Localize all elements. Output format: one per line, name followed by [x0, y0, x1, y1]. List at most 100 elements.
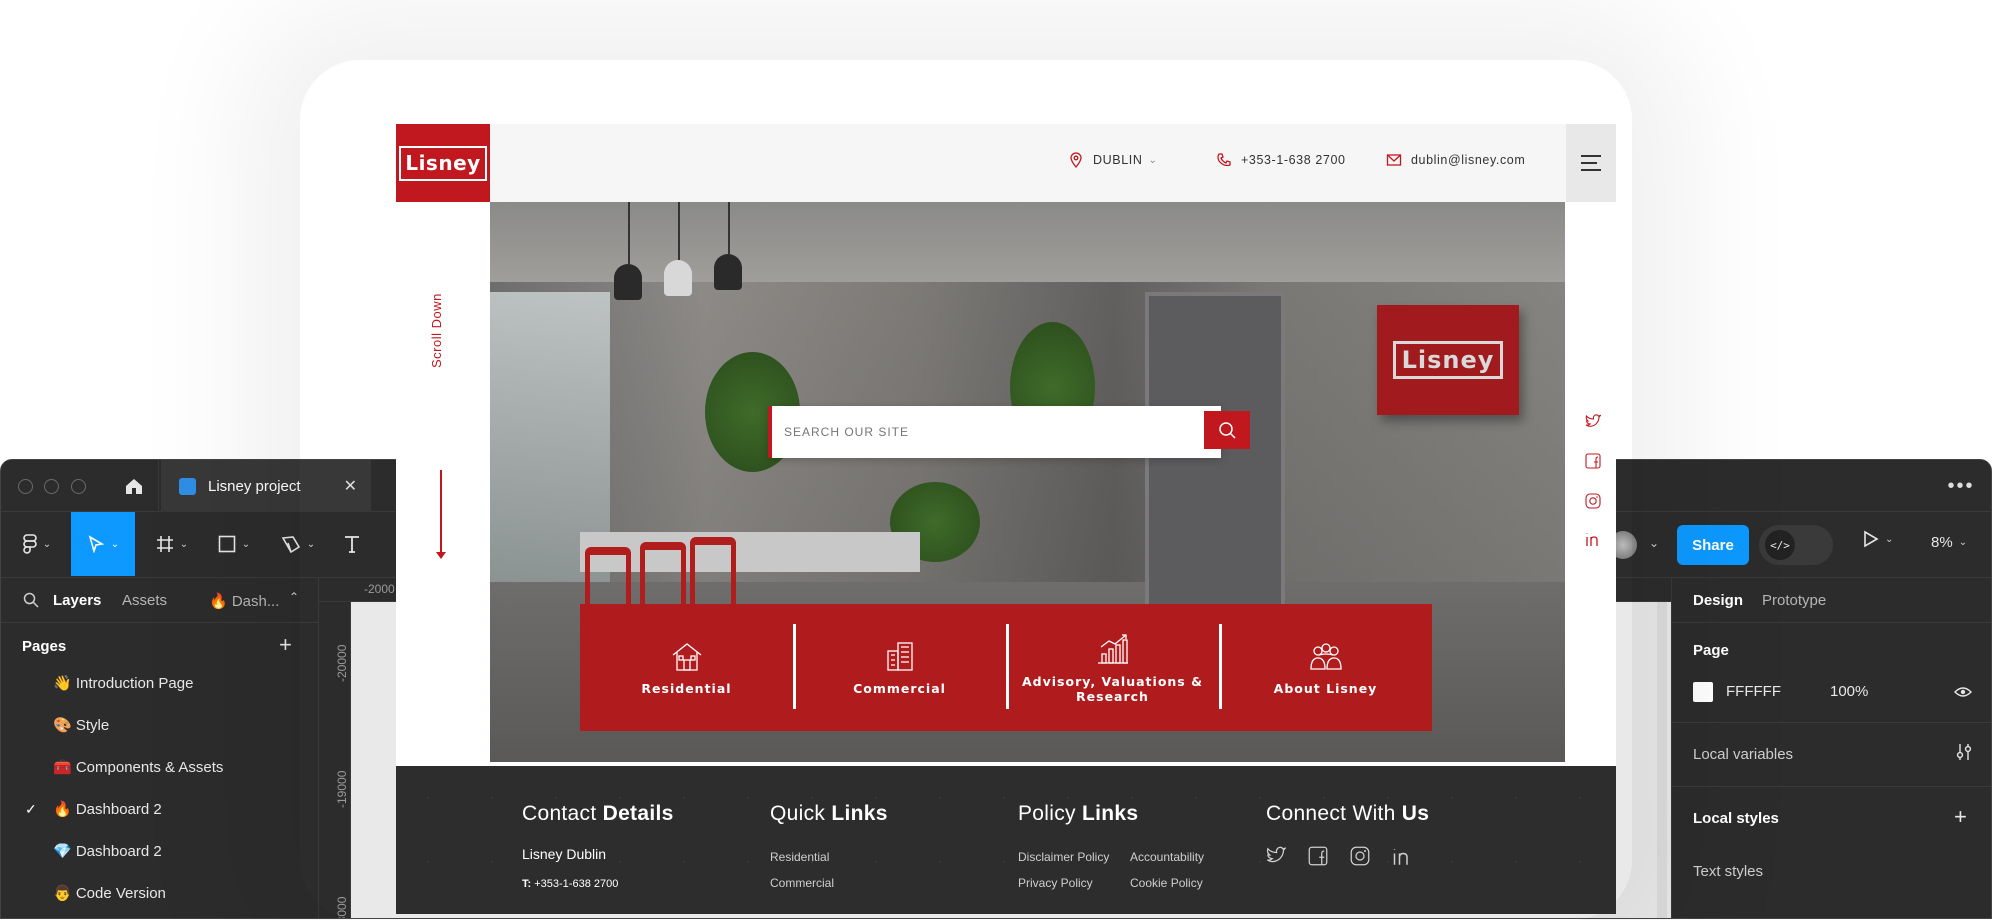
phone-number: +353-1-638 2700	[1241, 153, 1346, 167]
move-tool[interactable]: ⌄	[71, 512, 135, 576]
more-options-icon[interactable]: •••	[1931, 460, 1991, 512]
instagram-icon[interactable]	[1584, 492, 1602, 510]
site-search-button[interactable]	[1204, 411, 1250, 449]
page-color-swatch[interactable]	[1693, 682, 1713, 702]
chevron-down-icon[interactable]: ⌄	[1649, 536, 1659, 550]
page-label: 👨 Code Version	[53, 885, 166, 902]
page-item[interactable]: 💎 Dashboard 2	[1, 831, 319, 871]
location-pin-icon	[1070, 152, 1082, 168]
footer-link[interactable]: Accountability	[1130, 850, 1204, 864]
cursor-icon	[88, 535, 105, 553]
tab-design[interactable]: Design	[1693, 592, 1743, 609]
category-label: About Lisney	[1273, 681, 1378, 696]
mail-icon	[1386, 154, 1402, 166]
window-minimize-dot[interactable]	[44, 479, 59, 494]
pages-heading: Pages	[22, 638, 67, 655]
page-label: 🧰 Components & Assets	[53, 759, 224, 776]
local-variables-label[interactable]: Local variables	[1693, 746, 1793, 763]
footer-heading: Policy Links	[1018, 802, 1139, 825]
menu-line	[1581, 162, 1597, 164]
page-item[interactable]: 🧰 Components & Assets	[1, 747, 319, 787]
category-about[interactable]: About Lisney	[1219, 604, 1432, 731]
window-close-dot[interactable]	[18, 479, 33, 494]
pendant-lamp	[614, 264, 642, 300]
eye-icon[interactable]	[1954, 686, 1972, 698]
home-button[interactable]	[109, 460, 159, 512]
rectangle-icon	[218, 535, 236, 553]
scroll-down-label[interactable]: Scroll Down	[429, 293, 444, 368]
footer-heading: Contact Details	[522, 802, 674, 825]
text-styles-label: Text styles	[1693, 863, 1764, 880]
site-search-input[interactable]	[784, 422, 1164, 442]
footer-connect: Connect With Us	[1266, 802, 1429, 866]
arrow-down-icon	[436, 552, 446, 559]
location-selector[interactable]: DUBLIN ⌄	[1068, 152, 1157, 168]
linkedin-icon[interactable]	[1392, 846, 1412, 866]
tab-prototype[interactable]: Prototype	[1762, 592, 1826, 609]
category-commercial[interactable]: Commercial	[793, 604, 1006, 731]
canvas-scrollbar[interactable]	[1657, 602, 1667, 918]
footer-link[interactable]: Privacy Policy	[1018, 876, 1093, 890]
footer-link[interactable]: Residential	[770, 850, 829, 864]
category-label: Residential	[641, 681, 732, 696]
page-label: 💎 Dashboard 2	[53, 843, 162, 860]
category-label: Advisory, Valuations & Research	[1021, 673, 1203, 704]
page-opacity-value[interactable]: 100%	[1830, 683, 1868, 700]
linkedin-icon[interactable]	[1584, 530, 1602, 548]
frame-tool[interactable]: ⌄	[149, 512, 195, 576]
shape-tool[interactable]: ⌄	[211, 512, 257, 576]
tab-assets[interactable]: Assets	[122, 592, 167, 609]
logo-text: Lisney	[399, 145, 487, 181]
search-icon	[1219, 422, 1236, 439]
dev-mode-toggle[interactable]: </>	[1759, 525, 1833, 565]
local-styles-label: Local styles	[1693, 810, 1779, 827]
twitter-icon[interactable]	[1266, 846, 1286, 864]
facebook-icon[interactable]	[1308, 846, 1328, 866]
zoom-control[interactable]: 8% ⌄	[1931, 534, 1967, 551]
page-label: 👋 Introduction Page	[53, 675, 194, 692]
category-residential[interactable]: Residential	[580, 604, 793, 731]
instagram-icon[interactable]	[1350, 846, 1370, 866]
footer-phone[interactable]: T: +353-1-638 2700	[522, 878, 618, 890]
main-menu-button[interactable]: ⌄	[13, 512, 61, 576]
hero-counter	[580, 532, 920, 572]
footer-link[interactable]: Cookie Policy	[1130, 876, 1203, 890]
page-item[interactable]: 👋 Introduction Page	[1, 663, 319, 703]
checkmark-icon: ✓	[25, 800, 37, 817]
twitter-icon[interactable]	[1584, 412, 1602, 430]
add-page-icon[interactable]: +	[279, 632, 292, 658]
phone-link[interactable]: +353-1-638 2700	[1216, 152, 1346, 168]
site-header: Lisney DUBLIN ⌄ +353-1-638 2700 dublin@l…	[396, 124, 1616, 202]
page-item[interactable]: ✓ 🔥 Dashboard 2	[1, 789, 319, 829]
frame-icon	[156, 536, 173, 552]
category-advisory[interactable]: Advisory, Valuations & Research	[1006, 604, 1219, 731]
page-color-value[interactable]: FFFFFF	[1726, 683, 1781, 700]
hamburger-menu-button[interactable]	[1566, 124, 1616, 202]
right-panel: Design Prototype Page FFFFFF 100% Local …	[1671, 578, 1991, 918]
facebook-icon[interactable]	[1584, 452, 1602, 470]
footer-link[interactable]: Commercial	[770, 876, 834, 890]
share-button[interactable]: Share	[1677, 525, 1749, 565]
window-zoom-dot[interactable]	[71, 479, 86, 494]
add-style-icon[interactable]: +	[1954, 804, 1967, 830]
play-icon	[1864, 530, 1879, 548]
variables-settings-icon[interactable]	[1956, 743, 1972, 761]
office-name: Lisney Dublin	[522, 846, 607, 862]
code-icon: </>	[1765, 530, 1795, 560]
page-item[interactable]: 🎨 Style	[1, 705, 319, 745]
page-label: 🔥 Dashboard 2	[53, 801, 162, 818]
page-picker[interactable]: 🔥 Dash...	[209, 592, 279, 610]
pendant-lamp	[664, 260, 692, 296]
page-item[interactable]: 👨 Code Version	[1, 873, 319, 913]
email-link[interactable]: dublin@lisney.com	[1386, 152, 1525, 168]
logo[interactable]: Lisney	[396, 124, 490, 202]
tab-layers[interactable]: Layers	[53, 592, 101, 609]
present-button[interactable]: ⌄	[1863, 530, 1893, 548]
footer-link[interactable]: Disclaimer Policy	[1018, 850, 1109, 864]
search-icon[interactable]	[23, 592, 39, 608]
figma-logo-icon	[22, 534, 37, 554]
scroll-line	[440, 470, 442, 558]
page-label: 🎨 Style	[53, 717, 110, 734]
chevron-up-icon[interactable]: ⌃	[289, 590, 299, 604]
team-icon	[1309, 643, 1342, 670]
